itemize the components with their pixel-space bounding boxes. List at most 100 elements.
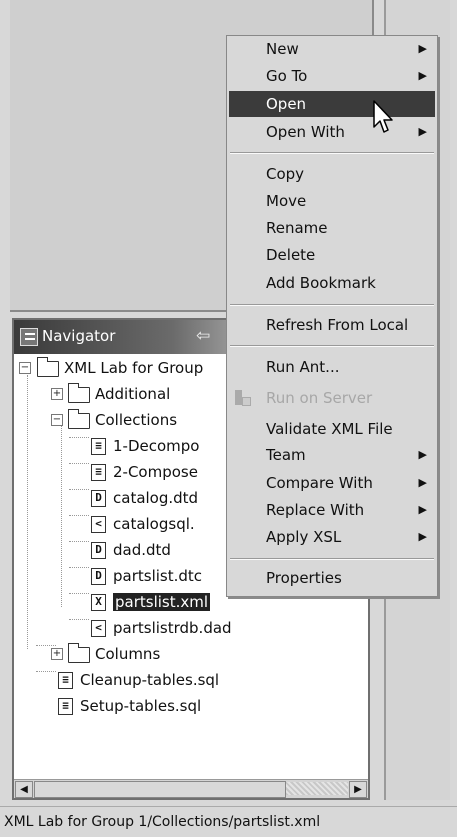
file-label: dad.dtd [113, 541, 171, 559]
minus-expander-icon[interactable]: − [51, 414, 63, 426]
tree-guide-line [27, 375, 28, 649]
menu-item-label: Team [266, 446, 306, 464]
menu-item-delete[interactable]: Delete [229, 242, 435, 268]
submenu-arrow-icon: ▶ [418, 530, 427, 543]
menu-item-rename[interactable]: Rename [229, 215, 435, 241]
menu-item-properties[interactable]: Properties [229, 565, 435, 591]
mouse-pointer-icon [373, 100, 393, 133]
tree-item-file[interactable]: Ddad.dtd [91, 538, 171, 562]
menu-item-label: Delete [266, 246, 316, 264]
menu-item-label: Rename [266, 219, 328, 237]
tree-item-file[interactable]: ≡ Cleanup-tables.sql [58, 668, 219, 692]
menu-item-label: Properties [266, 569, 342, 587]
folder-label: Collections [95, 411, 178, 429]
menu-item-compare-with[interactable]: Compare With ▶ [229, 470, 435, 496]
plus-expander-icon[interactable]: + [51, 388, 63, 400]
minus-expander-icon[interactable]: − [19, 362, 31, 374]
menu-item-run-ant[interactable]: Run Ant... [229, 354, 435, 380]
submenu-arrow-icon: ▶ [418, 448, 427, 461]
folder-icon [68, 642, 90, 663]
menu-separator [230, 152, 434, 154]
folder-label: Columns [95, 645, 161, 663]
plus-expander-icon[interactable]: + [51, 648, 63, 660]
file-label: 2-Compose [113, 463, 198, 481]
horizontal-scrollbar[interactable]: ◀ ▶ [14, 779, 368, 798]
menu-separator [230, 345, 434, 347]
xml-file-icon: X [91, 594, 106, 611]
context-menu: New ▶ Go To ▶ Open Open With ▶ Copy Move Re… [226, 35, 438, 597]
server-icon [235, 390, 251, 406]
file-label: Cleanup-tables.sql [80, 671, 220, 689]
folder-icon [68, 382, 90, 403]
menu-item-label: New [266, 40, 299, 58]
dtd-file-icon: D [91, 542, 106, 559]
menu-separator [230, 558, 434, 560]
tree-item-file[interactable]: ≡ Setup-tables.sql [58, 694, 201, 718]
project-folder-icon [37, 356, 59, 377]
tree-guide-line [69, 593, 89, 594]
file-label: 1-Decompo [113, 437, 200, 455]
menu-separator [230, 304, 434, 306]
dad-file-icon: < [91, 516, 106, 533]
menu-item-apply-xsl[interactable]: Apply XSL ▶ [229, 524, 435, 550]
menu-item-label: Move [266, 192, 307, 210]
file-label: partslistrdb.dad [113, 619, 232, 637]
folder-label: Additional [95, 385, 171, 403]
sql-file-icon: ≡ [91, 438, 106, 455]
file-label: catalogsql. [113, 515, 195, 533]
dtd-file-icon: D [91, 490, 106, 507]
tree-item-file[interactable]: Dcatalog.dtd [91, 486, 198, 510]
tree-guide-line [61, 425, 62, 607]
submenu-arrow-icon: ▶ [418, 503, 427, 516]
submenu-arrow-icon: ▶ [418, 42, 427, 55]
menu-item-run-on-server: Run on Server [229, 385, 435, 411]
navigator-title: Navigator [42, 327, 116, 345]
scroll-thumb[interactable] [34, 781, 286, 798]
scroll-left-button[interactable]: ◀ [15, 781, 33, 798]
tree-guide-line [69, 515, 89, 516]
menu-item-label: Add Bookmark [266, 274, 376, 292]
menu-item-label: Compare With [266, 474, 373, 492]
sql-file-icon: ≡ [58, 698, 73, 715]
menu-item-validate-xml-file[interactable]: Validate XML File [229, 416, 435, 442]
tree-item-file[interactable]: < partslistrdb.dad [91, 616, 232, 640]
sql-file-icon: ≡ [58, 672, 73, 689]
menu-item-go-to[interactable]: Go To ▶ [229, 63, 435, 89]
file-label: partslist.dtc [113, 567, 203, 585]
sql-file-icon: ≡ [91, 464, 106, 481]
menu-item-open[interactable]: Open [229, 91, 435, 117]
tree-item-file[interactable]: < catalogsql. [91, 512, 195, 536]
menu-item-add-bookmark[interactable]: Add Bookmark [229, 270, 435, 296]
menu-item-open-with[interactable]: Open With ▶ [229, 119, 435, 145]
menu-item-label: Apply XSL [266, 528, 342, 546]
menu-item-copy[interactable]: Copy [229, 161, 435, 187]
menu-item-label: Run Ant... [266, 358, 340, 376]
tree-item-file-selected[interactable]: Xpartslist.xml [91, 590, 211, 614]
file-label: Setup-tables.sql [80, 697, 202, 715]
tree-guide-line [69, 437, 89, 438]
tree-item-file[interactable]: ≡ 2-Compose [91, 460, 198, 484]
scroll-right-button[interactable]: ▶ [349, 781, 367, 798]
menu-item-label: Copy [266, 165, 305, 183]
tree-item-project[interactable]: − XML Lab for Group [19, 356, 203, 380]
menu-item-refresh-from-local[interactable]: Refresh From Local [229, 312, 435, 338]
menu-item-new[interactable]: New ▶ [229, 36, 435, 62]
submenu-arrow-icon: ▶ [418, 69, 427, 82]
tree-item-file[interactable]: Dpartslist.dtc [91, 564, 202, 588]
file-label: partslist.xml [113, 593, 211, 611]
menu-item-move[interactable]: Move [229, 188, 435, 214]
tree-guide-line [69, 489, 89, 490]
menu-item-team[interactable]: Team ▶ [229, 442, 435, 468]
tree-guide-line [36, 671, 56, 672]
menu-item-replace-with[interactable]: Replace With ▶ [229, 497, 435, 523]
tree-item-collections[interactable]: − Collections [51, 408, 177, 432]
tree-item-columns[interactable]: + Columns [51, 642, 160, 666]
dtd-file-icon: D [91, 568, 106, 585]
menu-item-label: Go To [266, 67, 308, 85]
menu-item-label: Replace With [266, 501, 365, 519]
back-arrow-icon[interactable]: ⇦ [196, 326, 210, 346]
menu-item-label: Refresh From Local [266, 316, 409, 334]
tree-item-file[interactable]: ≡ 1-Decompo [91, 434, 199, 458]
tree-item-additional[interactable]: + Additional [51, 382, 170, 406]
tree-guide-line [69, 619, 89, 620]
